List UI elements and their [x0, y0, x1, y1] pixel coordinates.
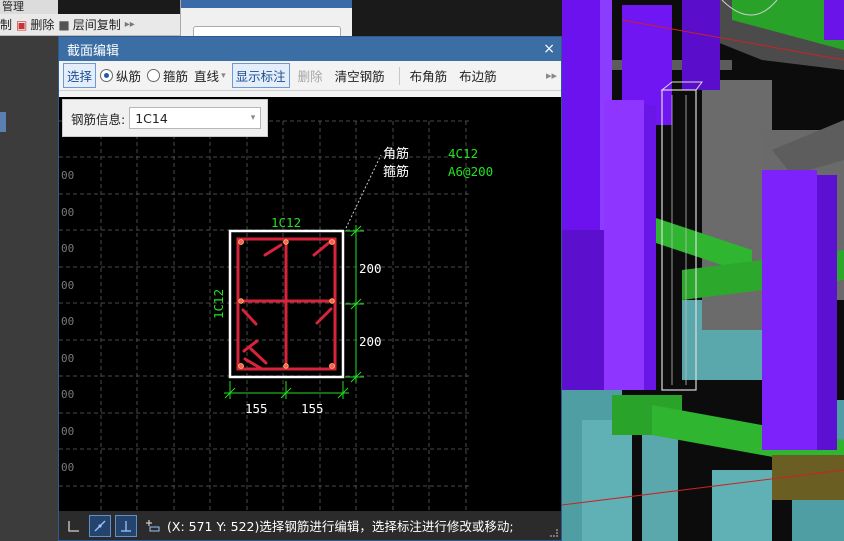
- axis-tick-label: 00: [61, 461, 74, 474]
- rebar-info-value: 1C14: [135, 110, 168, 126]
- rebar-info-dropdown[interactable]: 1C14 ▾: [129, 107, 262, 129]
- stirrup-label: 箍筋: [163, 69, 189, 84]
- longitudinal-rebar-radio[interactable]: 纵筋: [100, 66, 141, 85]
- background-delete-button[interactable]: ▣ 删除: [16, 16, 54, 33]
- leader-line: [345, 154, 382, 229]
- background-toolbar-more-icon[interactable]: ▸▸: [125, 19, 135, 30]
- background-panel-header: [181, 0, 352, 8]
- show-dimensions-toggle[interactable]: 显示标注: [231, 63, 290, 88]
- ortho-icon[interactable]: [63, 515, 85, 537]
- stirrup-leader-label[interactable]: 箍筋: [383, 164, 409, 180]
- radio-unchecked-icon: [147, 69, 161, 82]
- axis-tick-label: 00: [61, 242, 74, 255]
- axis-tick-label: 00: [61, 352, 74, 365]
- background-floor-copy-label: 层间复制: [72, 18, 121, 32]
- dialog-title: 截面编辑: [67, 43, 120, 59]
- section-drawing: 00 00 00 00 00 00 00 00 00 角筋 箍筋 4C12 A6…: [59, 120, 493, 512]
- chevron-down-icon: ▾: [221, 70, 226, 81]
- dialog-toolbar: 选择 纵筋 箍筋 直线 ▾ 显示标注 删除 清空钢筋 布角筋 布边筋 ▸▸: [59, 61, 561, 91]
- stirrup-hook[interactable]: [312, 239, 333, 257]
- section-edit-dialog: 截面编辑 × 选择 纵筋 箍筋 直线 ▾ 显示标注 删除 清空钢筋 布角筋 布边…: [58, 36, 562, 541]
- edge-rebar[interactable]: [329, 298, 335, 304]
- stirrup-hook[interactable]: [263, 243, 283, 257]
- delete-button[interactable]: 删除: [294, 63, 327, 88]
- background-sidebar-selection: [0, 112, 6, 132]
- bottom-dimension-line: [224, 381, 349, 399]
- model-3d-render: [562, 0, 844, 541]
- radio-checked-icon: [100, 69, 114, 82]
- corner-rebar[interactable]: [329, 239, 335, 245]
- close-icon[interactable]: ×: [543, 41, 555, 57]
- place-edge-rebar-button[interactable]: 布边筋: [455, 63, 501, 88]
- corner-rebar[interactable]: [238, 239, 244, 245]
- stirrup-hook[interactable]: [249, 347, 268, 365]
- rebar-info-panel: 钢筋信息: 1C14 ▾: [62, 99, 268, 137]
- left-edge-rebar-spec[interactable]: 1C12: [211, 289, 226, 319]
- edge-rebar[interactable]: [238, 298, 244, 304]
- axis-tick-label: 00: [61, 279, 74, 292]
- chevron-down-icon: ▾: [250, 113, 256, 123]
- background-app-toolbar: 制 ▣ 删除 ■ 层间复制 ▸▸: [0, 14, 180, 36]
- line-type-dropdown[interactable]: 直线 ▾: [194, 66, 226, 85]
- corner-rebar[interactable]: [329, 363, 335, 369]
- rebar-info-label: 钢筋信息:: [71, 111, 126, 127]
- corner-rebar-spec[interactable]: 4C12: [448, 146, 478, 161]
- toolbar-separator: [398, 66, 400, 85]
- background-delete-label: 删除: [30, 18, 55, 32]
- status-text: (X: 571 Y: 522)选择钢筋进行编辑，选择标注进行修改或移动;: [167, 519, 514, 534]
- edge-rebar[interactable]: [283, 363, 289, 369]
- dimension-right-lower[interactable]: 200: [359, 334, 382, 349]
- axis-tick-label: 00: [61, 425, 74, 438]
- dynamic-input-icon[interactable]: [141, 515, 163, 537]
- edge-rebar[interactable]: [283, 239, 289, 245]
- background-app-label: 管理: [0, 0, 58, 14]
- axis-tick-label: 00: [61, 206, 74, 219]
- dimension-right-upper[interactable]: 200: [359, 261, 382, 276]
- floor-copy-icon: ■: [58, 17, 70, 32]
- status-bar: (X: 571 Y: 522)选择钢筋进行编辑，选择标注进行修改或移动;: [59, 511, 561, 540]
- axis-tick-label: 00: [61, 388, 74, 401]
- toolbar-overflow-icon[interactable]: ▸▸: [546, 69, 557, 82]
- background-toolbar-left-text[interactable]: 制: [0, 16, 12, 33]
- stirrup-radio[interactable]: 箍筋: [147, 66, 188, 85]
- model-3d-viewport[interactable]: [562, 0, 844, 541]
- axis-tick-label: 00: [61, 315, 74, 328]
- line-type-value: 直线: [194, 69, 220, 84]
- corner-rebar[interactable]: [238, 363, 244, 369]
- dimension-bottom-left[interactable]: 155: [245, 401, 268, 416]
- stirrup-hook[interactable]: [315, 307, 333, 325]
- longitudinal-rebar-label: 纵筋: [116, 69, 142, 84]
- dialog-title-bar[interactable]: 截面编辑 ×: [59, 37, 561, 61]
- section-drawing-canvas[interactable]: 00 00 00 00 00 00 00 00 00 角筋 箍筋 4C12 A6…: [59, 97, 561, 512]
- place-corner-rebar-button[interactable]: 布角筋: [406, 63, 452, 88]
- perpendicular-icon[interactable]: [115, 514, 137, 537]
- background-floor-copy-button[interactable]: ■ 层间复制: [58, 16, 120, 33]
- resize-grip-icon[interactable]: [550, 529, 558, 537]
- dimension-bottom-right[interactable]: 155: [301, 401, 324, 416]
- right-dimension-line: [345, 225, 364, 383]
- background-property-panel: [180, 0, 352, 36]
- axis-tick-label: 00: [61, 169, 74, 182]
- stirrup-spec[interactable]: A6@200: [448, 164, 493, 179]
- top-edge-rebar-spec[interactable]: 1C12: [271, 215, 301, 230]
- select-button[interactable]: 选择: [63, 63, 97, 88]
- background-app-sidebar: [0, 0, 58, 541]
- stirrup-hook[interactable]: [241, 308, 258, 326]
- delete-icon: ▣: [16, 17, 28, 32]
- clear-rebar-button[interactable]: 清空钢筋: [331, 63, 389, 88]
- snap-icon[interactable]: [89, 514, 111, 537]
- background-panel-field[interactable]: [193, 26, 341, 36]
- corner-rebar-leader-label[interactable]: 角筋: [383, 146, 409, 162]
